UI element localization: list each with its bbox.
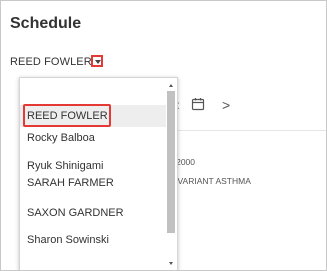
dropdown-option[interactable]: SARAH FARMER [20,176,166,190]
page-title: Schedule [10,15,82,32]
scroll-up-icon[interactable] [169,84,173,87]
calendar-icon[interactable] [191,97,205,111]
dropdown-option[interactable]: SAXON GARDNER [20,205,166,221]
dropdown-scrollbar[interactable] [166,78,177,270]
patient-selector[interactable]: REED FOWLER [10,54,103,68]
scroll-thumb[interactable] [167,91,175,233]
chevron-down-icon[interactable] [90,54,103,67]
schedule-panel: Schedule REED FOWLER < > 3/2000 H VARIAN… [0,0,327,271]
appointment-diagnosis: H VARIANT ASTHMA [169,176,251,186]
dropdown-option[interactable]: Sharon Sowinski [20,232,166,248]
next-date-button[interactable]: > [222,97,230,113]
caret-highlight-box [90,54,103,67]
patient-dropdown-list: REED FOWLER Rocky Balboa Ryuk Shinigami … [19,77,178,270]
scroll-down-icon[interactable] [169,262,173,265]
dropdown-option[interactable]: Ryuk Shinigami [20,159,166,173]
selected-option-highlight-box [23,104,111,127]
dropdown-option[interactable]: Rocky Balboa [20,127,166,149]
divider [168,130,326,131]
patient-selector-value: REED FOWLER [10,56,92,68]
